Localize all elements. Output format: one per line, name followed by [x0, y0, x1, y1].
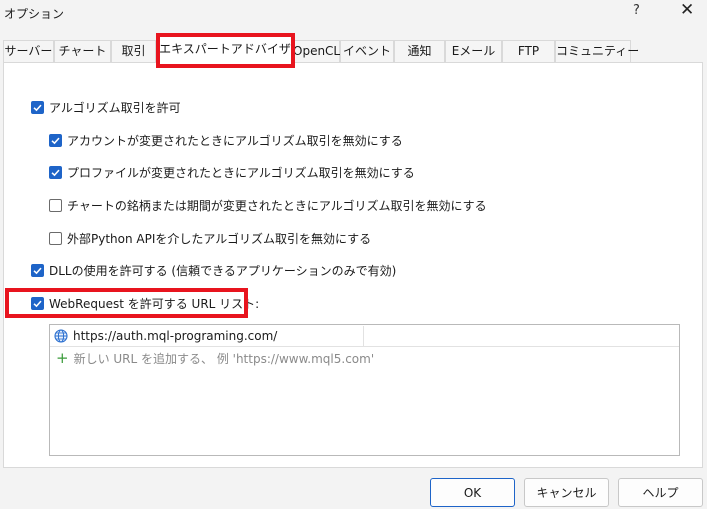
option-label: チャートの銘柄または期間が変更されたときにアルゴリズム取引を無効にする — [67, 198, 487, 213]
url-entry-text: https://auth.mql-programing.com/ — [73, 329, 278, 343]
option-disable-on-profile-change[interactable]: プロファイルが変更されたときにアルゴリズム取引を無効にする — [49, 163, 415, 181]
option-label: アカウントが変更されたときにアルゴリズム取引を無効にする — [67, 133, 403, 148]
checkbox-checked[interactable] — [31, 263, 44, 277]
option-label: 外部Python APIを介したアルゴリズム取引を無効にする — [67, 231, 372, 246]
tab-opencl[interactable]: OpenCL — [292, 40, 340, 62]
tab-expert-advisors[interactable]: エキスパートアドバイザ — [158, 36, 292, 63]
checkbox-unchecked[interactable] — [49, 198, 62, 212]
cancel-button[interactable]: キャンセル — [524, 478, 609, 507]
tab-ftp[interactable]: FTP — [502, 40, 555, 62]
globe-icon — [54, 329, 68, 343]
ok-button[interactable]: OK — [430, 478, 515, 507]
column-divider — [363, 326, 364, 347]
option-allow-dll[interactable]: DLLの使用を許可する (信頼できるアプリケーションのみで有効) — [31, 261, 396, 279]
help-icon[interactable]: ? — [633, 3, 640, 18]
checkbox-unchecked[interactable] — [49, 231, 62, 245]
checkbox-checked[interactable] — [31, 296, 44, 310]
option-label: DLLの使用を許可する (信頼できるアプリケーションのみで有効) — [49, 263, 397, 278]
expert-advisors-panel: アルゴリズム取引を許可 アカウントが変更されたときにアルゴリズム取引を無効にする… — [3, 62, 703, 468]
tab-notifications[interactable]: 通知 — [394, 40, 445, 62]
close-icon[interactable]: ✕ — [680, 0, 694, 20]
option-label: アルゴリズム取引を許可 — [49, 100, 181, 115]
url-list-item[interactable]: https://auth.mql-programing.com/ — [50, 326, 679, 347]
option-allow-webrequest[interactable]: WebRequest を許可する URL リスト: — [31, 294, 259, 312]
option-label: プロファイルが変更されたときにアルゴリズム取引を無効にする — [67, 165, 415, 180]
add-url-placeholder: 新しい URL を追加する、 例 'https://www.mql5.com' — [73, 352, 375, 366]
tab-community[interactable]: コミュニティー — [555, 40, 639, 62]
add-icon[interactable]: + — [56, 351, 69, 366]
webrequest-url-list[interactable]: https://auth.mql-programing.com/ + 新しい U… — [49, 324, 680, 456]
option-allow-algo-trading[interactable]: アルゴリズム取引を許可 — [31, 98, 181, 116]
checkbox-checked[interactable] — [49, 133, 62, 147]
option-label: WebRequest を許可する URL リスト: — [49, 296, 260, 311]
tab-bar: サーバー チャート 取引 エキスパートアドバイザ OpenCL イベント 通知 … — [3, 36, 703, 63]
tab-email[interactable]: Eメール — [445, 40, 502, 62]
tab-server[interactable]: サーバー — [3, 40, 54, 62]
tab-chart[interactable]: チャート — [54, 40, 111, 62]
option-disable-on-symbol-change[interactable]: チャートの銘柄または期間が変更されたときにアルゴリズム取引を無効にする — [49, 196, 487, 214]
help-button[interactable]: ヘルプ — [618, 478, 703, 507]
option-disable-python-api[interactable]: 外部Python APIを介したアルゴリズム取引を無効にする — [49, 229, 371, 247]
option-disable-on-account-change[interactable]: アカウントが変更されたときにアルゴリズム取引を無効にする — [49, 131, 403, 149]
title-bar: オプション ? ✕ — [0, 0, 707, 26]
add-url-row[interactable]: + 新しい URL を追加する、 例 'https://www.mql5.com… — [50, 348, 679, 369]
window-title: オプション — [4, 7, 65, 21]
tab-events[interactable]: イベント — [340, 40, 394, 62]
checkbox-checked[interactable] — [31, 100, 44, 114]
tab-trade[interactable]: 取引 — [111, 40, 156, 62]
checkbox-checked[interactable] — [49, 165, 62, 179]
